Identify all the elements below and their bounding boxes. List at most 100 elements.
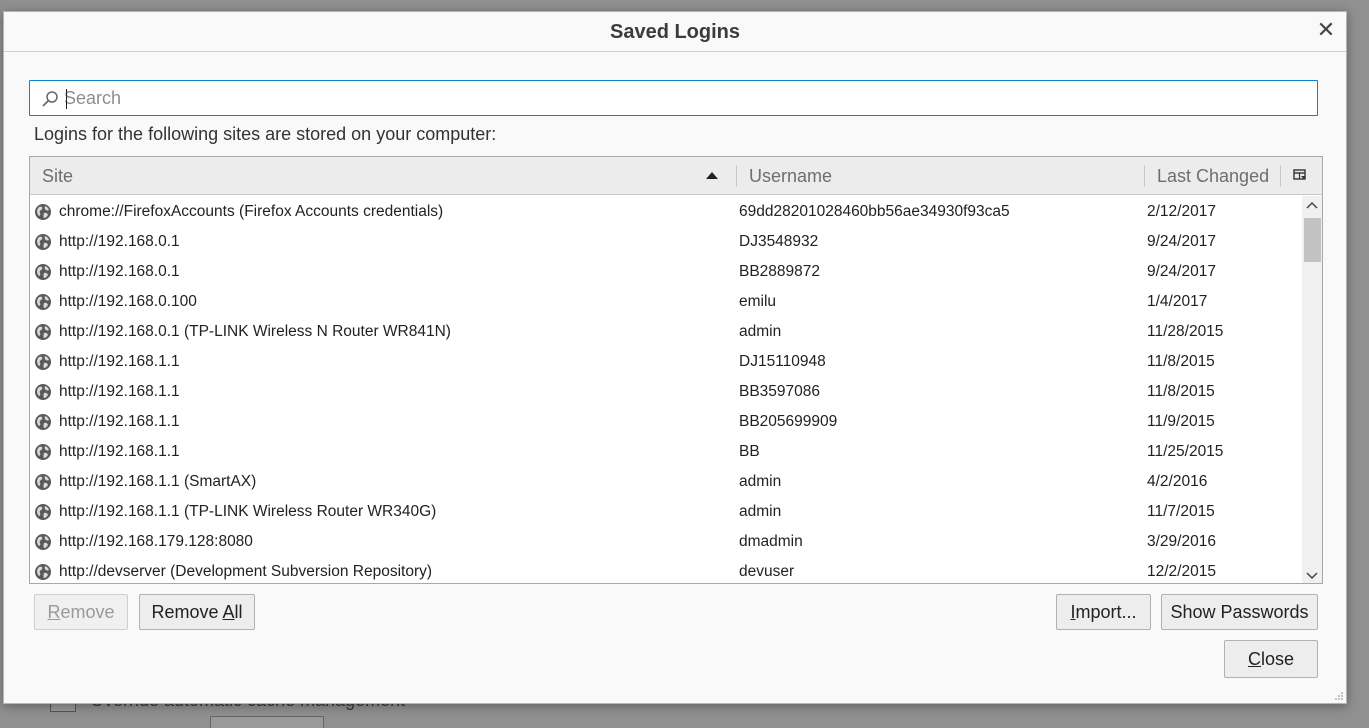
column-header-last-changed[interactable]: Last Changed xyxy=(1145,157,1280,195)
table-row[interactable]: http://192.168.0.1 BB2889872 9/24/2017 xyxy=(30,257,1302,287)
sort-ascending-icon xyxy=(706,172,718,179)
site-cell: http://192.168.1.1 xyxy=(59,383,180,400)
site-cell: http://192.168.1.1 xyxy=(59,413,180,430)
table-row[interactable]: http://192.168.0.100 emilu 1/4/2017 xyxy=(30,287,1302,317)
search-field[interactable] xyxy=(29,80,1318,116)
username-cell: BB3597086 xyxy=(739,383,821,400)
scroll-up-arrow-icon[interactable] xyxy=(1302,196,1322,216)
username-cell: DJ3548932 xyxy=(739,233,819,250)
last-changed-cell: 11/25/2015 xyxy=(1147,443,1224,460)
logins-table: Site Username Last Changed chrome://Fire… xyxy=(29,156,1323,584)
last-changed-cell: 11/28/2015 xyxy=(1147,323,1224,340)
vertical-scrollbar[interactable] xyxy=(1302,196,1322,584)
column-header-site-label: Site xyxy=(42,166,74,186)
last-changed-cell: 11/7/2015 xyxy=(1147,503,1215,520)
username-cell: BB xyxy=(739,443,760,460)
globe-icon xyxy=(35,414,51,430)
username-cell: devuser xyxy=(739,563,795,580)
globe-icon xyxy=(35,324,51,340)
import-button-label: mport... xyxy=(1075,602,1137,622)
site-cell: chrome://FirefoxAccounts (Firefox Accoun… xyxy=(59,203,444,220)
globe-icon xyxy=(35,204,51,220)
dialog-titlebar: Saved Logins ✕ xyxy=(4,12,1346,52)
site-cell: http://192.168.0.1 xyxy=(59,233,180,250)
globe-icon xyxy=(35,354,51,370)
column-divider xyxy=(1280,165,1281,187)
site-cell: http://192.168.1.1 xyxy=(59,443,180,460)
username-cell: DJ15110948 xyxy=(739,353,826,370)
column-header-username[interactable]: Username xyxy=(737,157,1144,195)
saved-logins-dialog: Saved Logins ✕ Logins for the following … xyxy=(3,11,1347,704)
close-button-label: lose xyxy=(1260,649,1295,669)
column-header-username-label: Username xyxy=(749,166,833,186)
globe-icon xyxy=(35,474,51,490)
last-changed-cell: 9/24/2017 xyxy=(1147,233,1216,250)
show-passwords-button[interactable]: Show Passwords xyxy=(1161,594,1318,630)
username-cell: dmadmin xyxy=(739,533,803,550)
last-changed-cell: 9/24/2017 xyxy=(1147,263,1216,280)
globe-icon xyxy=(35,234,51,250)
close-button[interactable]: Close xyxy=(1224,640,1318,678)
globe-icon xyxy=(35,444,51,460)
site-cell: http://192.168.179.128:8080 xyxy=(59,533,253,550)
site-cell: http://192.168.1.1 (TP-LINK Wireless Rou… xyxy=(59,503,437,520)
column-header-last-changed-label: Last Changed xyxy=(1157,166,1270,186)
scroll-down-arrow-icon[interactable] xyxy=(1302,565,1322,584)
close-icon[interactable]: ✕ xyxy=(1314,18,1338,42)
text-caret xyxy=(66,89,67,109)
table-row[interactable]: http://192.168.1.1 DJ15110948 11/8/2015 xyxy=(30,347,1302,377)
globe-icon xyxy=(35,264,51,280)
globe-icon xyxy=(35,534,51,550)
globe-icon xyxy=(35,564,51,580)
username-cell: BB2889872 xyxy=(739,263,821,280)
scrollbar-thumb[interactable] xyxy=(1304,218,1321,262)
site-cell: http://192.168.1.1 xyxy=(59,353,180,370)
intro-text: Logins for the following sites are store… xyxy=(34,124,497,144)
remove-button-mnemonic: R xyxy=(47,602,61,622)
remove-all-button[interactable]: Remove All xyxy=(139,594,255,630)
column-picker-icon[interactable] xyxy=(1292,167,1308,183)
table-row[interactable]: http://192.168.0.1 (TP-LINK Wireless N R… xyxy=(30,317,1302,347)
import-button[interactable]: Import... xyxy=(1056,594,1151,630)
site-cell: http://192.168.0.1 (TP-LINK Wireless N R… xyxy=(59,323,451,340)
resize-grip-icon[interactable] xyxy=(1334,691,1344,701)
site-cell: http://192.168.0.1 xyxy=(59,263,180,280)
remove-all-button-label-start: Remove xyxy=(151,602,223,622)
table-row[interactable]: http://192.168.0.1 DJ3548932 9/24/2017 xyxy=(30,227,1302,257)
username-cell: 69dd28201028460bb56ae34930f93ca5 xyxy=(739,203,1010,220)
table-row[interactable]: http://192.168.1.1 (SmartAX) admin 4/2/201… xyxy=(30,467,1302,497)
search-icon xyxy=(42,91,58,107)
username-cell: admin xyxy=(739,473,782,490)
table-header: Site Username Last Changed xyxy=(30,157,1322,195)
table-row[interactable]: http://192.168.1.1 (TP-LINK Wireless Rou… xyxy=(30,497,1302,527)
table-row[interactable]: http://192.168.1.1 BB205699909 11/9/2015 xyxy=(30,407,1302,437)
remove-button[interactable]: Remove xyxy=(34,594,128,630)
table-row[interactable]: chrome://FirefoxAccounts (Firefox Accoun… xyxy=(30,197,1302,227)
table-body: chrome://FirefoxAccounts (Firefox Accoun… xyxy=(30,196,1302,583)
show-passwords-button-label: Show Passwords xyxy=(1170,602,1309,622)
globe-icon xyxy=(35,294,51,310)
table-row[interactable]: http://192.168.179.128:8080 dmadmin 3/29/2… xyxy=(30,527,1302,557)
site-cell: http://192.168.0.100 xyxy=(59,293,197,310)
globe-icon xyxy=(35,504,51,520)
site-cell: http://devserver (Development Subversion… xyxy=(59,563,433,580)
last-changed-cell: 1/4/2017 xyxy=(1147,293,1208,310)
last-changed-cell: 11/8/2015 xyxy=(1147,353,1215,370)
last-changed-cell: 4/2/2016 xyxy=(1147,473,1208,490)
username-cell: admin xyxy=(739,503,782,520)
last-changed-cell: 11/8/2015 xyxy=(1147,383,1215,400)
search-input[interactable] xyxy=(64,84,1304,112)
site-cell: http://192.168.1.1 (SmartAX) xyxy=(59,473,257,490)
table-row[interactable]: http://192.168.1.1 BB 11/25/2015 xyxy=(30,437,1302,467)
last-changed-cell: 3/29/2016 xyxy=(1147,533,1216,550)
username-cell: emilu xyxy=(739,293,777,310)
username-cell: BB205699909 xyxy=(739,413,838,430)
remove-all-button-label-end: ll xyxy=(234,602,243,622)
globe-icon xyxy=(35,384,51,400)
close-button-mnemonic: C xyxy=(1247,649,1261,669)
dialog-title: Saved Logins xyxy=(609,21,741,43)
column-header-site[interactable]: Site xyxy=(30,157,736,195)
table-row[interactable]: http://192.168.1.1 BB3597086 11/8/2015 xyxy=(30,377,1302,407)
last-changed-cell: 2/12/2017 xyxy=(1147,203,1216,220)
table-row[interactable]: http://devserver (Development Subversion… xyxy=(30,557,1302,583)
